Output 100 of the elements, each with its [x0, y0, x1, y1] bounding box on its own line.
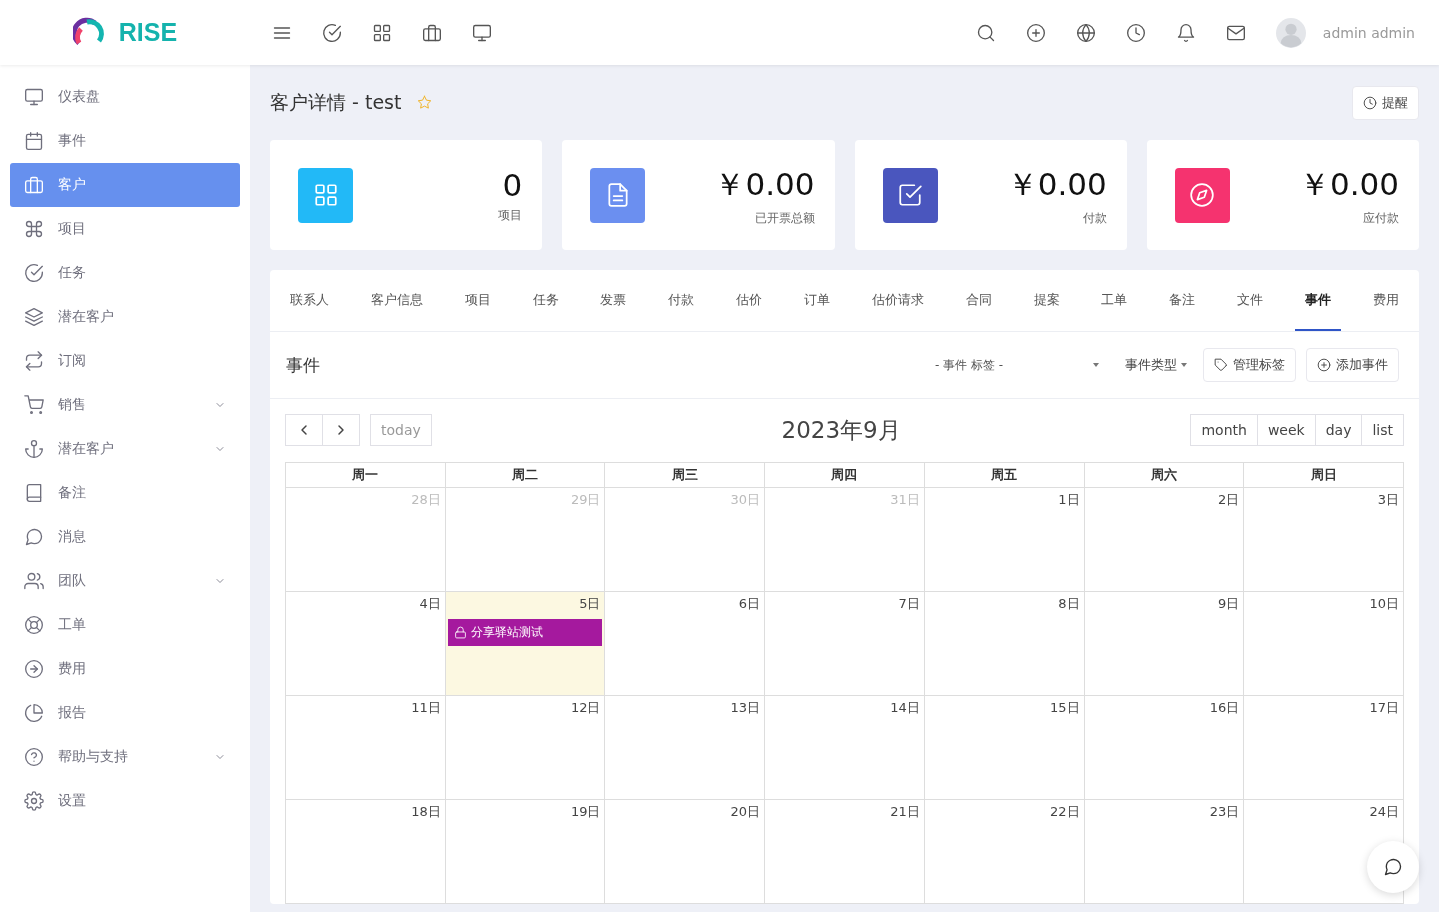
sidebar-item[interactable]: 订阅 [10, 339, 240, 383]
sidebar-item[interactable]: 设置 [10, 779, 240, 823]
day-cell[interactable]: 19日 [445, 800, 606, 904]
sidebar-item[interactable]: 报告 [10, 691, 240, 735]
day-cell[interactable]: 5日 分享驿站测试 [445, 592, 606, 696]
tab[interactable]: 项目 [454, 270, 501, 331]
tab[interactable]: 事件 [1295, 270, 1342, 331]
globe-icon[interactable] [1075, 22, 1096, 43]
day-cell[interactable]: 9日 [1084, 592, 1245, 696]
day-number: 4日 [418, 595, 442, 613]
plus-circle-icon[interactable] [1025, 22, 1046, 43]
sidebar-item[interactable]: 工单 [10, 603, 240, 647]
calendar-icon [24, 131, 44, 151]
reminder-button[interactable]: 提醒 [1352, 85, 1419, 120]
tab[interactable]: 备注 [1159, 270, 1206, 331]
star-icon[interactable] [417, 95, 433, 110]
sidebar-item[interactable]: 任务 [10, 251, 240, 295]
tab[interactable]: 估价请求 [861, 270, 934, 331]
grid-icon[interactable] [372, 22, 392, 43]
day-cell[interactable]: 16日 [1084, 696, 1245, 800]
day-number: 17日 [1368, 699, 1400, 717]
day-cell[interactable]: 17日 [1244, 696, 1404, 800]
stat-label: 已开票总额 [753, 209, 815, 227]
pie-chart-icon [24, 703, 44, 723]
search-icon[interactable] [975, 22, 996, 43]
day-number: 15日 [1049, 699, 1081, 717]
day-cell[interactable]: 2日 [1084, 488, 1245, 592]
plus-circle-icon [1317, 358, 1331, 372]
day-number: 24日 [1368, 803, 1400, 821]
day-cell[interactable]: 15日 [924, 696, 1085, 800]
sidebar-item[interactable]: 潜在客户 [10, 295, 240, 339]
add-event-button[interactable]: 添加事件 [1306, 348, 1399, 382]
check-circle-icon[interactable] [322, 22, 342, 43]
tab[interactable]: 任务 [522, 270, 569, 331]
day-cell[interactable]: 22日 [924, 800, 1085, 904]
view-button[interactable]: day [1315, 414, 1363, 446]
view-button[interactable]: month [1190, 414, 1258, 446]
sidebar-item[interactable]: 项目 [10, 207, 240, 251]
briefcase-icon[interactable] [422, 22, 442, 43]
weekday-header: 周三 [605, 463, 766, 488]
tab[interactable]: 订单 [794, 270, 840, 331]
day-number: 20日 [729, 803, 762, 821]
weekday-header: 周二 [445, 463, 606, 488]
sidebar-item[interactable]: 费用 [10, 647, 240, 691]
monitor-icon[interactable] [472, 22, 492, 43]
tab[interactable]: 费用 [1362, 270, 1409, 331]
stat-value: ￥0.00 [1005, 164, 1107, 204]
sidebar-item[interactable]: 团队 [10, 559, 240, 603]
sidebar-item[interactable]: 帮助与支持 [10, 735, 240, 779]
view-button[interactable]: week [1257, 414, 1316, 446]
weekday-header: 周日 [1244, 463, 1404, 488]
lifebuoy-icon [24, 615, 44, 635]
manage-labels-button[interactable]: 管理标签 [1203, 348, 1296, 382]
tab[interactable]: 客户信息 [360, 270, 433, 331]
tab[interactable]: 合同 [955, 270, 1002, 331]
day-number: 2日 [1217, 491, 1241, 509]
day-cell[interactable]: 3日 [1244, 488, 1404, 592]
day-cell[interactable]: 21日 [765, 800, 925, 904]
day-number: 12日 [569, 699, 602, 717]
tab[interactable]: 付款 [658, 270, 705, 331]
day-cell[interactable]: 7日 [765, 592, 925, 696]
clock-icon[interactable] [1125, 22, 1146, 43]
tab[interactable]: 发票 [590, 270, 637, 331]
tab[interactable]: 估价 [726, 270, 773, 331]
day-number: 28日 [410, 491, 442, 509]
tab[interactable]: 工单 [1091, 270, 1138, 331]
day-cell[interactable]: 6日 [605, 592, 766, 696]
day-cell[interactable]: 10日 [1244, 592, 1404, 696]
sidebar-item[interactable]: 仪表盘 [10, 75, 240, 119]
day-cell[interactable]: 20日 [605, 800, 766, 904]
event-chip[interactable]: 分享驿站测试 [447, 619, 603, 646]
sidebar-item[interactable]: 备注 [10, 471, 240, 515]
day-cell[interactable]: 11日 [286, 696, 446, 800]
settings-icon [24, 791, 44, 811]
day-cell[interactable]: 1日 [924, 488, 1085, 592]
sidebar-item[interactable]: 潜在客户 [10, 427, 240, 471]
day-cell[interactable]: 13日 [605, 696, 766, 800]
stat-value: ￥0.00 [713, 164, 815, 204]
day-number: 1日 [1057, 491, 1081, 509]
stat-value: ￥0.00 [1297, 164, 1399, 204]
event-type-dropdown[interactable]: 事件类型 [1119, 355, 1193, 375]
sidebar-item[interactable]: 销售 [10, 383, 240, 427]
day-number: 16日 [1208, 699, 1241, 717]
day-cell[interactable]: 14日 [765, 696, 925, 800]
tab[interactable]: 文件 [1227, 270, 1274, 331]
day-cell[interactable]: 18日 [286, 800, 446, 904]
sidebar-item[interactable]: 消息 [10, 515, 240, 559]
day-cell[interactable]: 12日 [445, 696, 606, 800]
arrow-circle-icon [24, 659, 44, 679]
tab[interactable]: 提案 [1023, 270, 1070, 331]
day-cell[interactable]: 23日 [1084, 800, 1245, 904]
sidebar-item[interactable]: 事件 [10, 119, 240, 163]
day-cell[interactable]: 4日 [286, 592, 446, 696]
view-button[interactable]: list [1362, 414, 1404, 446]
tab[interactable]: 联系人 [280, 270, 339, 331]
day-cell[interactable]: 8日 [924, 592, 1085, 696]
tag-filter-dropdown[interactable]: - 事件 标签 - [934, 356, 1099, 374]
weekday-header: 周五 [924, 463, 1085, 488]
grid-icon [312, 182, 339, 208]
bell-icon[interactable] [1175, 22, 1196, 43]
